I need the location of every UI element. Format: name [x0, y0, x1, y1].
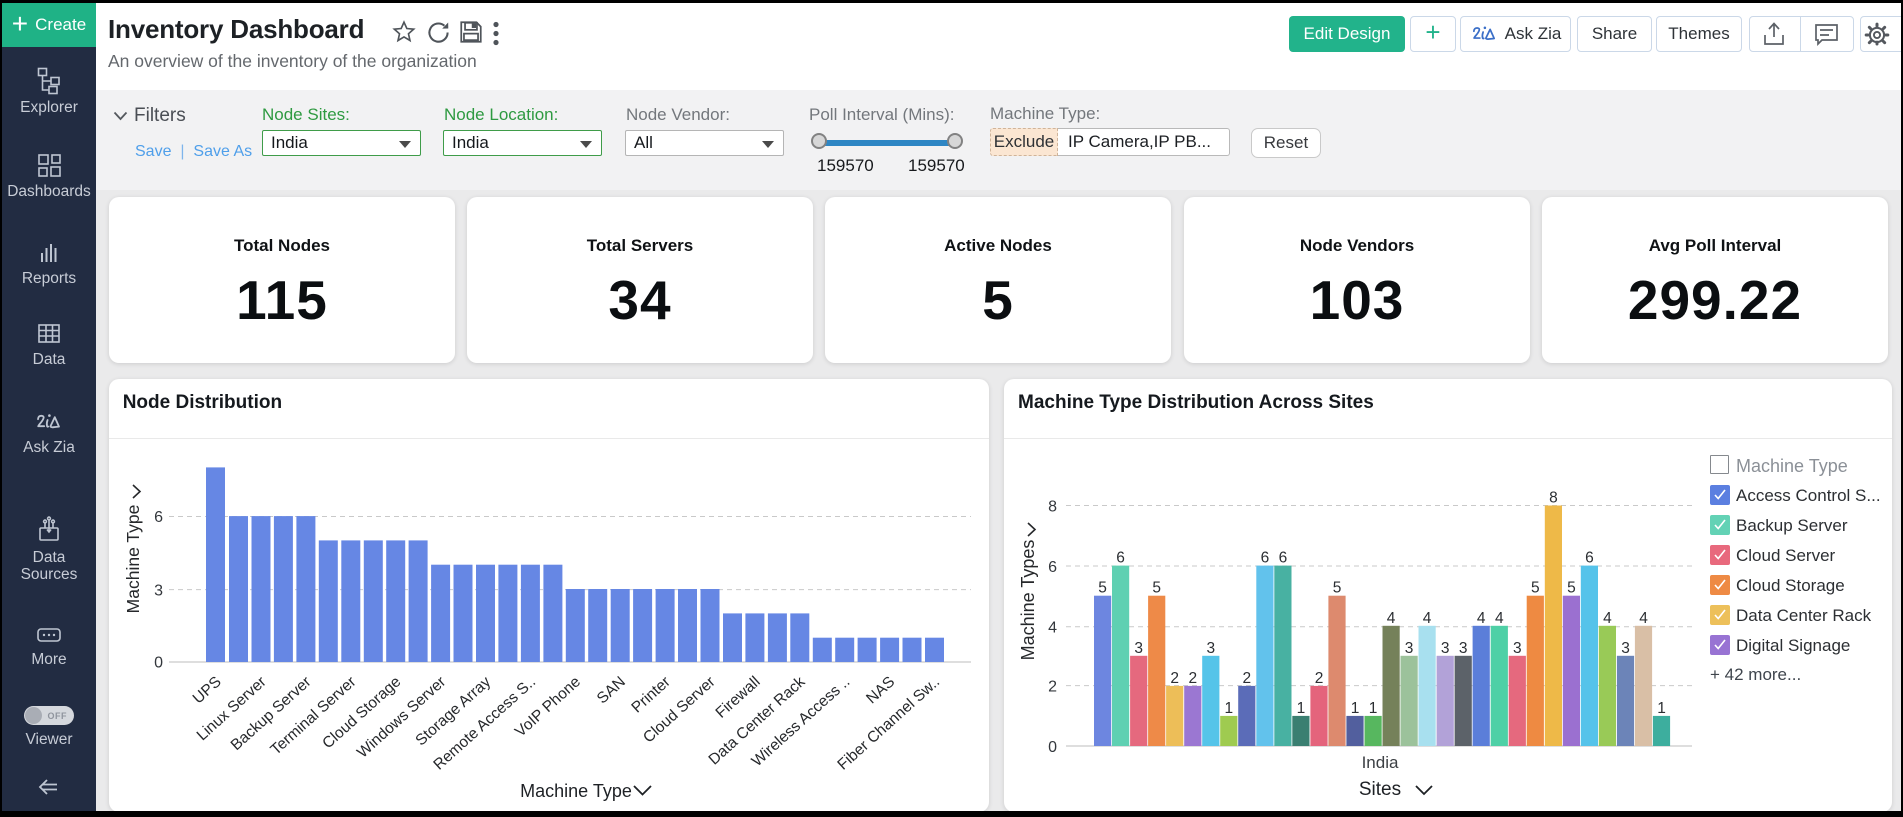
- svg-text:6: 6: [1279, 550, 1288, 567]
- svg-text:4: 4: [1603, 610, 1612, 627]
- svg-text:3: 3: [1459, 640, 1468, 657]
- svg-text:4: 4: [1387, 610, 1396, 627]
- svg-text:2: 2: [1170, 670, 1179, 687]
- svg-text:3: 3: [1405, 640, 1414, 657]
- svg-text:5: 5: [1567, 580, 1576, 597]
- svg-text:1: 1: [1657, 700, 1666, 717]
- svg-text:Machine Types: Machine Types: [1018, 540, 1038, 661]
- svg-text:3: 3: [1621, 640, 1630, 657]
- svg-text:India: India: [1362, 753, 1399, 772]
- svg-text:6: 6: [154, 509, 163, 526]
- svg-text:SAN: SAN: [594, 673, 629, 707]
- svg-text:1: 1: [1369, 700, 1378, 717]
- svg-text:4: 4: [1495, 610, 1504, 627]
- svg-text:2: 2: [1315, 670, 1324, 687]
- svg-text:6: 6: [1116, 550, 1125, 567]
- svg-text:6: 6: [1261, 550, 1270, 567]
- svg-text:4: 4: [1048, 620, 1057, 637]
- svg-text:3: 3: [1134, 640, 1143, 657]
- svg-text:2: 2: [1242, 670, 1251, 687]
- svg-text:5: 5: [1333, 580, 1342, 597]
- svg-text:3: 3: [1513, 640, 1522, 657]
- svg-text:3: 3: [1441, 640, 1450, 657]
- svg-text:5: 5: [1152, 580, 1161, 597]
- svg-text:0: 0: [1048, 739, 1057, 756]
- svg-text:1: 1: [1297, 700, 1306, 717]
- svg-text:4: 4: [1423, 610, 1432, 627]
- svg-text:5: 5: [1531, 580, 1540, 597]
- svg-text:4: 4: [1477, 610, 1486, 627]
- svg-text:Machine Type: Machine Type: [520, 781, 632, 801]
- svg-text:8: 8: [1048, 499, 1057, 516]
- svg-text:2: 2: [1048, 679, 1057, 696]
- svg-text:6: 6: [1585, 550, 1594, 567]
- svg-text:6: 6: [1048, 559, 1057, 576]
- svg-text:Cloud Storage: Cloud Storage: [319, 673, 404, 752]
- svg-text:4: 4: [1639, 610, 1648, 627]
- svg-text:3: 3: [1206, 640, 1215, 657]
- svg-text:8: 8: [1549, 490, 1558, 507]
- svg-text:UPS: UPS: [189, 673, 224, 707]
- svg-text:1: 1: [1224, 700, 1233, 717]
- svg-text:Sites: Sites: [1359, 779, 1401, 800]
- svg-text:Machine Type: Machine Type: [123, 505, 143, 614]
- svg-text:3: 3: [154, 583, 163, 600]
- svg-text:1: 1: [1351, 700, 1360, 717]
- svg-text:0: 0: [154, 655, 163, 672]
- svg-text:5: 5: [1098, 580, 1107, 597]
- svg-text:2: 2: [1188, 670, 1197, 687]
- svg-text:NAS: NAS: [863, 673, 898, 707]
